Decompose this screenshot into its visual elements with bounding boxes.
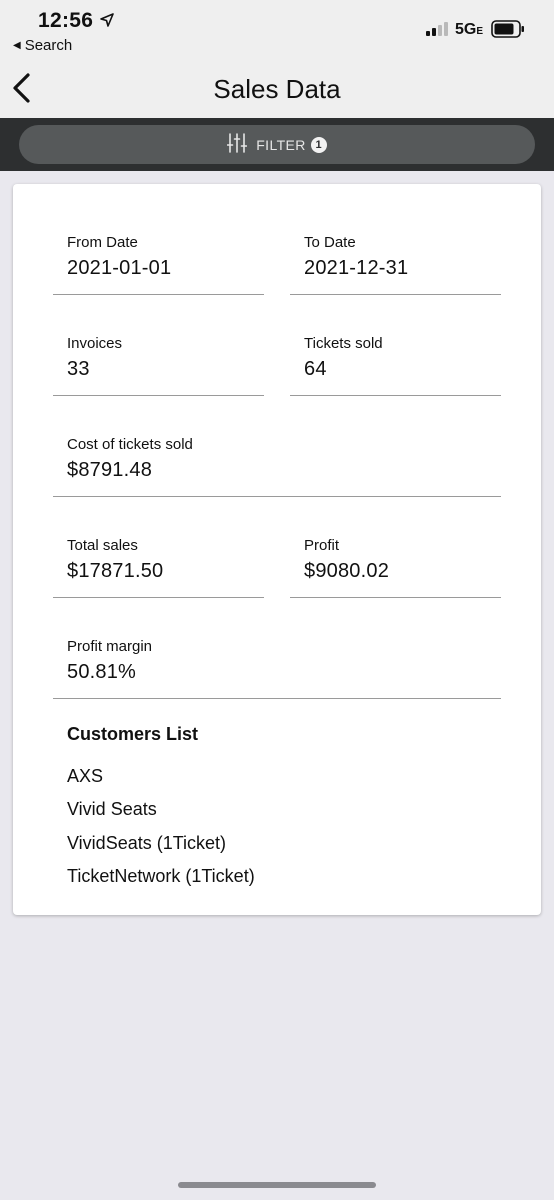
field-underline	[53, 597, 264, 598]
signal-bars-icon	[426, 22, 450, 41]
total-sales-field: Total sales $17871.50	[53, 537, 264, 599]
total-sales-value: $17871.50	[67, 560, 164, 582]
invoices-label: Invoices	[67, 335, 123, 352]
field-underline	[53, 294, 264, 295]
from-date-value: 2021-01-01	[67, 257, 172, 279]
tickets-sold-label: Tickets sold	[304, 335, 383, 352]
filter-count-badge: 1	[310, 136, 327, 153]
battery-icon	[491, 20, 525, 43]
total-sales-label: Total sales	[67, 537, 138, 554]
back-to-search-link[interactable]: ◀ Search	[13, 37, 72, 54]
field-underline	[290, 597, 501, 598]
customer-list-item: VividSeats (1Ticket)	[67, 833, 227, 853]
field-underline	[290, 395, 501, 396]
cost-of-tickets-label: Cost of tickets sold	[67, 436, 193, 453]
profit-margin-value: 50.81%	[67, 661, 137, 683]
invoices-field: Invoices 33	[53, 335, 264, 397]
customers-list-heading: Customers List	[67, 724, 199, 744]
network-type: 5GE	[455, 21, 484, 38]
invoices-value: 33	[67, 358, 90, 380]
tickets-sold-field: Tickets sold 64	[290, 335, 501, 397]
sliders-icon	[226, 133, 248, 156]
sales-data-card: From Date 2021-01-01 To Date 2021-12-31 …	[13, 184, 541, 915]
status-bar: 12:56 ◀ Search 5GE	[0, 0, 554, 62]
field-underline	[53, 395, 264, 396]
customer-list-item: TicketNetwork (1Ticket)	[67, 866, 255, 886]
filter-bar: FILTER 1	[0, 118, 554, 171]
field-underline	[53, 698, 501, 699]
to-date-value: 2021-12-31	[304, 257, 409, 279]
to-date-field[interactable]: To Date 2021-12-31	[290, 234, 501, 296]
back-triangle-icon: ◀	[13, 40, 21, 51]
field-underline	[290, 294, 501, 295]
from-date-label: From Date	[67, 234, 138, 251]
to-date-label: To Date	[304, 234, 356, 251]
filter-label: FILTER	[256, 136, 306, 153]
status-time: 12:56	[38, 9, 94, 32]
cost-of-tickets-field: Cost of tickets sold $8791.48	[53, 436, 501, 498]
page-title: Sales Data	[213, 74, 341, 104]
back-app-label: Search	[24, 37, 73, 54]
customer-list-item: Vivid Seats	[67, 799, 157, 819]
profit-field: Profit $9080.02	[290, 537, 501, 599]
navigation-bar: Sales Data	[0, 62, 554, 118]
profit-margin-field: Profit margin 50.81%	[53, 638, 501, 700]
from-date-field[interactable]: From Date 2021-01-01	[53, 234, 264, 296]
profit-margin-label: Profit margin	[67, 638, 153, 655]
location-arrow-icon	[100, 13, 114, 32]
field-underline	[53, 496, 501, 497]
tickets-sold-value: 64	[304, 358, 327, 380]
customer-list-item: AXS	[67, 766, 104, 786]
home-indicator[interactable]	[178, 1182, 376, 1188]
cost-of-tickets-value: $8791.48	[67, 459, 153, 481]
profit-label: Profit	[304, 537, 340, 554]
filter-button[interactable]: FILTER 1	[19, 125, 535, 164]
profit-value: $9080.02	[304, 560, 390, 582]
